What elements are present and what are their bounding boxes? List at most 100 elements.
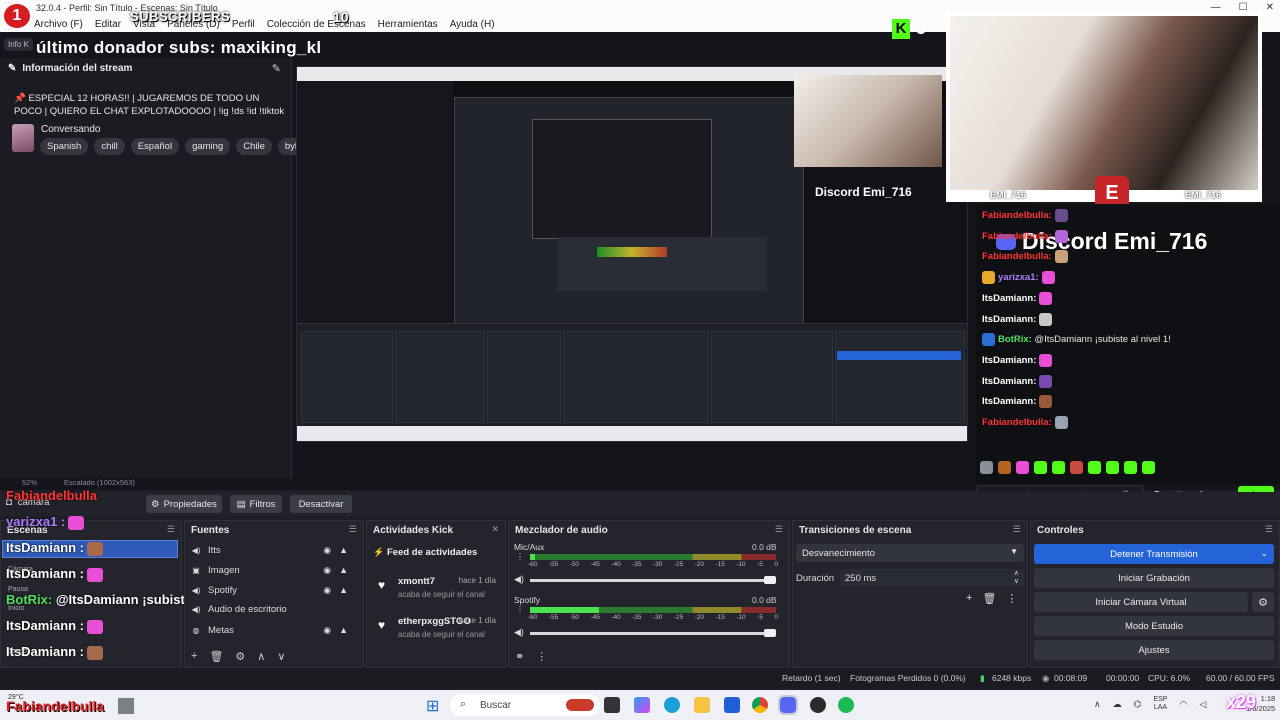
emote-icon[interactable] (1016, 461, 1029, 474)
source-controls: ◉ ▲ (323, 545, 348, 556)
eye-icon[interactable]: ◉ (323, 565, 331, 576)
duration-input[interactable]: 250 ms ∧ ∨ (840, 569, 1024, 587)
dock-float-icon[interactable]: ☰ (1265, 524, 1273, 535)
volume-slider[interactable] (530, 579, 774, 582)
menu-item[interactable]: Ayuda (H) (450, 19, 495, 30)
deactivate-button[interactable]: Desactivar (290, 495, 352, 513)
dock-float-icon[interactable]: ☰ (775, 524, 783, 535)
trash-icon[interactable]: 🗑 (209, 650, 223, 663)
virtual-camera-button[interactable]: Iniciar Cámara Virtual (1034, 592, 1248, 612)
scene-item-label[interactable]: Cámara (8, 566, 33, 573)
task-view-icon[interactable] (604, 697, 620, 713)
scene-item-label[interactable]: Pausa (8, 586, 28, 593)
properties-button[interactable]: ⚙ Propiedades (146, 495, 222, 513)
emote-icon[interactable] (1088, 461, 1101, 474)
menu-item[interactable]: Archivo (F) (34, 19, 83, 30)
store-app-icon[interactable] (724, 697, 740, 713)
volume-icon[interactable]: ◁ (1199, 699, 1206, 710)
source-item[interactable]: ▣ Imagen ◉ ▲ (186, 561, 354, 579)
scene-item-label[interactable]: Juego (8, 648, 27, 655)
emote-icon[interactable] (1142, 461, 1155, 474)
lock-icon[interactable]: ▲ (339, 625, 348, 636)
stop-streaming-button[interactable]: Detener Transmisión ⌄ (1034, 544, 1274, 564)
trash-icon[interactable]: 🗑 (982, 592, 996, 605)
source-item[interactable]: ◍ Metas ◉ ▲ (186, 621, 354, 639)
arrow-down-icon[interactable]: ∨ (277, 650, 285, 663)
eye-icon[interactable]: ◉ (323, 625, 331, 636)
menu-item[interactable]: Colección de Escenas (267, 19, 366, 30)
wifi-icon[interactable]: ◠ (1179, 699, 1187, 710)
source-item[interactable]: ◀) Audio de escritorio (186, 600, 354, 618)
emote-icon[interactable] (1070, 461, 1083, 474)
speaker-icon[interactable]: ◀) (514, 627, 524, 638)
lock-icon[interactable]: ▲ (339, 585, 348, 596)
add-icon[interactable]: + (191, 650, 197, 663)
emote-icon[interactable] (1052, 461, 1065, 474)
chevron-up-icon[interactable]: ∧ (1094, 699, 1101, 710)
menu-item[interactable]: Herramientas (378, 19, 438, 30)
stream-tag[interactable]: Chile (236, 138, 272, 155)
menu-item[interactable]: Perfil (232, 19, 255, 30)
explorer-icon[interactable] (694, 697, 710, 713)
virtual-camera-settings-button[interactable]: ⚙ (1252, 592, 1274, 612)
meter-scale-tick: -25 (673, 561, 684, 568)
discord-app-icon[interactable] (778, 695, 798, 715)
more-icon[interactable]: ⋮ (1006, 592, 1017, 605)
filters-button[interactable]: ▤ Filtros (230, 495, 282, 513)
arrow-up-icon[interactable]: ∧ (257, 650, 265, 663)
chrome-icon[interactable] (752, 697, 768, 713)
link-icon[interactable]: ⚭ (515, 650, 524, 663)
scale-select[interactable]: Escalado (1002x563) (64, 478, 135, 487)
scene-item-label[interactable]: Inicio (8, 605, 24, 612)
preview-canvas[interactable]: Discord Emi_716 (296, 66, 968, 442)
dock-float-icon[interactable]: ☰ (1013, 524, 1021, 535)
more-icon[interactable]: ⋮ (516, 552, 524, 561)
mixer-dock: Mezclador de audio ☰ ⚭ ⋮ (508, 520, 790, 668)
status-bar-icon: ▮ (980, 673, 985, 683)
dock-float-icon[interactable]: ☰ (349, 524, 357, 535)
dock-float-icon[interactable]: ☰ (167, 524, 175, 535)
stepper-icon[interactable]: ∧ ∨ (1014, 570, 1019, 586)
transition-select[interactable]: Desvanecimiento ▼ (796, 544, 1024, 562)
eye-icon[interactable]: ◉ (323, 545, 331, 556)
obs-icon[interactable] (810, 697, 826, 713)
volume-slider[interactable] (530, 632, 774, 635)
lock-icon[interactable]: ▲ (339, 545, 348, 556)
stream-tag[interactable]: gaming (185, 138, 231, 155)
menu-item[interactable]: Editar (95, 19, 121, 30)
lock-icon[interactable]: ▲ (339, 565, 348, 576)
speaker-icon[interactable]: ◀) (514, 574, 524, 585)
close-icon[interactable]: ✕ (1266, 2, 1274, 13)
volume-slider-knob[interactable] (764, 576, 776, 584)
stream-tag[interactable]: Spanish (40, 138, 89, 155)
close-icon[interactable]: ✕ (491, 524, 499, 535)
copilot-icon[interactable] (634, 697, 650, 713)
stream-tag[interactable]: Español (130, 138, 180, 155)
eye-icon[interactable]: ◉ (323, 585, 331, 596)
spotify-icon[interactable] (838, 697, 854, 713)
language-indicator[interactable]: ESP LAA (1153, 696, 1167, 712)
stream-tag[interactable]: chill (94, 138, 125, 155)
volume-slider-knob[interactable] (764, 629, 776, 637)
edit-icon[interactable]: ✎ (272, 62, 281, 75)
status-dropped-frames: Fotogramas Perdidos 0 (0.0%) (850, 673, 966, 683)
start-recording-button[interactable]: Iniciar Grabación (1034, 568, 1274, 588)
source-item[interactable]: ◀) Spotify ◉ ▲ (186, 581, 354, 599)
cloud-icon[interactable]: ☁ (1113, 699, 1122, 710)
settings-button[interactable]: Ajustes (1034, 640, 1274, 660)
emote-icon[interactable] (980, 461, 993, 474)
zoom-level[interactable]: 52% (22, 478, 37, 487)
gear-icon[interactable]: ⚙ (235, 650, 245, 663)
edge-icon[interactable] (664, 697, 680, 713)
add-icon[interactable]: + (966, 592, 972, 605)
windows-start-icon[interactable]: ⊞ (426, 696, 439, 716)
emote-icon[interactable] (998, 461, 1011, 474)
network-icon[interactable]: ⌬ (1134, 699, 1142, 710)
emote-icon[interactable] (1106, 461, 1119, 474)
studio-mode-button[interactable]: Modo Estudio (1034, 616, 1274, 636)
source-item[interactable]: ◀) Itts ◉ ▲ (186, 541, 354, 559)
emote-icon[interactable] (1124, 461, 1137, 474)
more-icon[interactable]: ⋮ (516, 605, 524, 614)
more-icon[interactable]: ⋮ (536, 650, 547, 663)
emote-icon[interactable] (1034, 461, 1047, 474)
